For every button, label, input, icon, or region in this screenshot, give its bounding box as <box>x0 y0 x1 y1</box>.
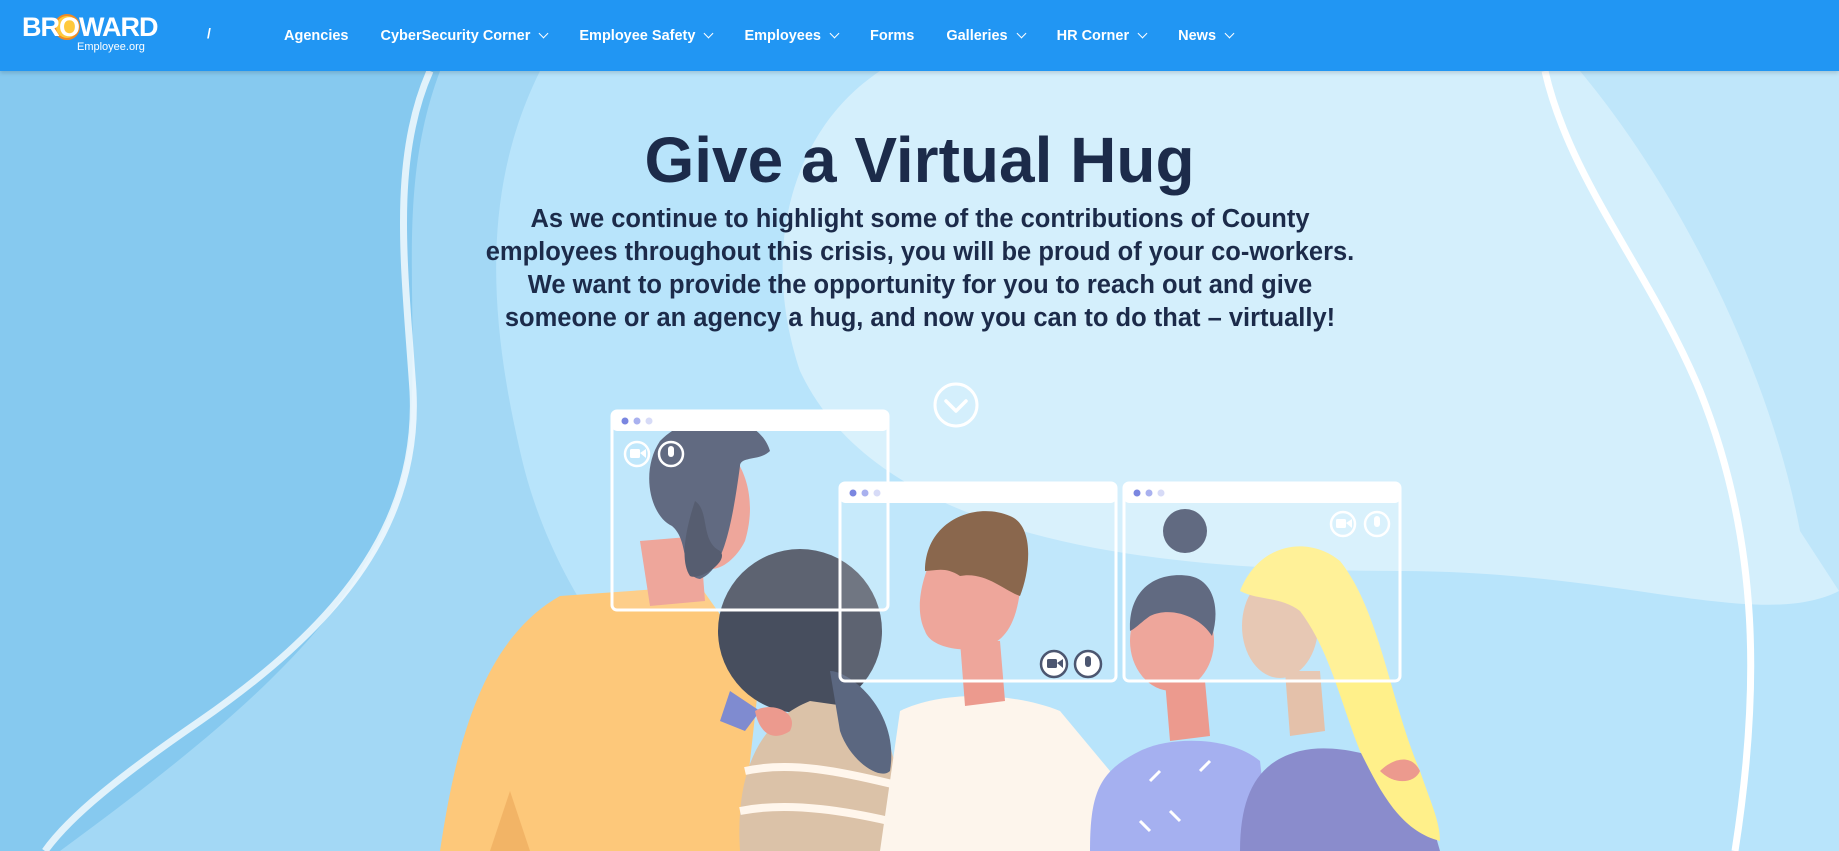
video-call-window-2 <box>838 481 1118 683</box>
chevron-down-icon <box>1137 28 1148 39</box>
chevron-down-icon <box>703 28 714 39</box>
nav-item-employee-safety[interactable]: Employee Safety <box>579 27 714 44</box>
breadcrumb-separator: / <box>207 25 211 41</box>
chevron-down-icon <box>538 28 549 39</box>
nav-item-forms[interactable]: Forms <box>870 28 914 44</box>
nav-item-cybersecurity-corner[interactable]: CyberSecurity Corner <box>380 27 549 44</box>
top-navbar: BROWARD Employee.org / Agencies CyberSec… <box>0 0 1839 71</box>
main-menu: Agencies CyberSecurity Corner Employee S… <box>284 0 1265 71</box>
nav-label: Forms <box>870 27 915 44</box>
virtual-hug-illustration <box>440 409 1440 851</box>
hero-section: Give a Virtual Hug As we continue to hig… <box>0 71 1839 851</box>
nav-item-employees[interactable]: Employees <box>744 27 840 44</box>
nav-label: News <box>1178 27 1217 44</box>
chevron-down-icon <box>829 28 840 39</box>
chevron-down-icon <box>1016 28 1027 39</box>
nav-item-hr-corner[interactable]: HR Corner <box>1056 27 1148 44</box>
nav-label: Employee Safety <box>579 27 696 44</box>
nav-label: Galleries <box>946 27 1008 44</box>
nav-label: Agencies <box>284 27 349 44</box>
logo-text: BROWARD <box>22 12 158 42</box>
chevron-down-icon <box>1224 28 1235 39</box>
nav-item-news[interactable]: News <box>1178 27 1235 44</box>
video-call-window-3 <box>1122 481 1402 683</box>
nav-label: CyberSecurity Corner <box>380 27 531 44</box>
nav-label: HR Corner <box>1056 27 1130 44</box>
site-logo[interactable]: BROWARD Employee.org <box>20 12 158 58</box>
nav-item-galleries[interactable]: Galleries <box>946 27 1027 44</box>
nav-item-agencies[interactable]: Agencies <box>284 28 348 44</box>
logo-subtext: Employee.org <box>77 41 145 53</box>
nav-label: Employees <box>744 27 822 44</box>
